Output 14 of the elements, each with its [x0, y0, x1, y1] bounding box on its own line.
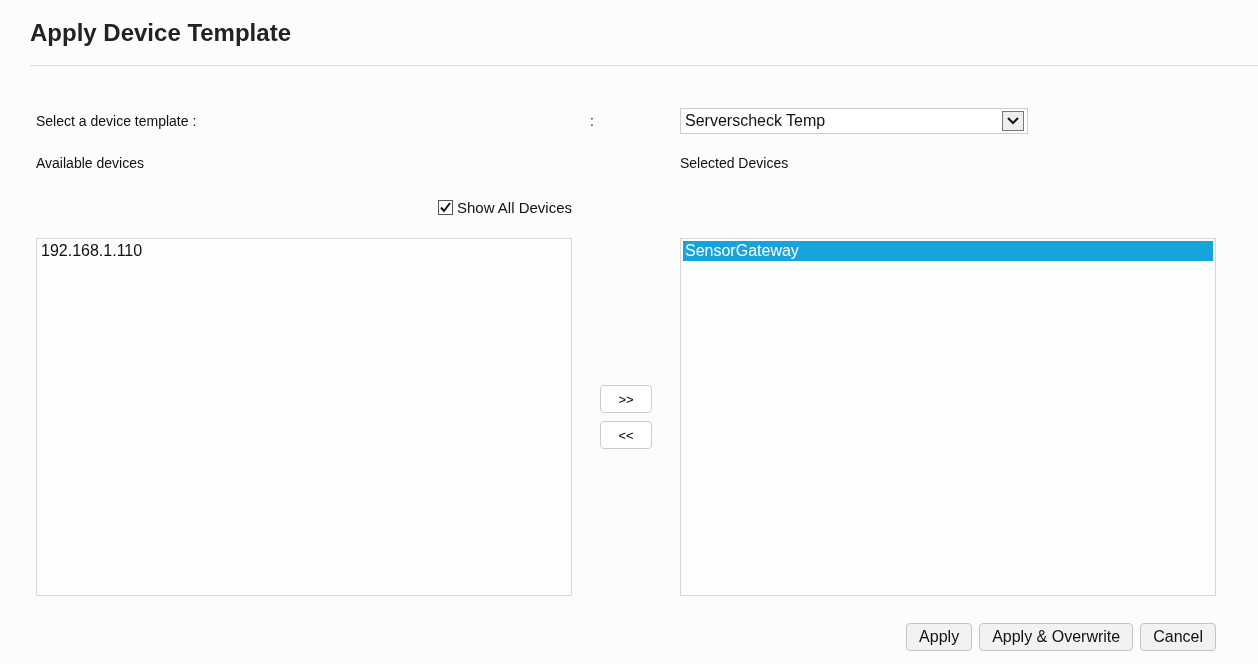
template-label: Select a device template : [36, 113, 198, 129]
available-devices-label: Available devices [36, 155, 145, 171]
colon-separator: : [589, 113, 595, 129]
move-button[interactable]: >> [600, 385, 652, 413]
action-button[interactable]: Apply [906, 623, 973, 651]
device-list-item[interactable]: 192.168.1.110 [39, 241, 569, 261]
action-button[interactable]: Apply & Overwrite [979, 623, 1134, 651]
page-title: Apply Device Template [29, 18, 292, 48]
move-button[interactable]: << [600, 421, 652, 449]
template-select[interactable]: Serverscheck Temp [680, 108, 1028, 134]
action-button[interactable]: Cancel [1140, 623, 1216, 651]
selected-devices-label: Selected Devices [680, 155, 790, 171]
available-devices-list[interactable]: 192.168.1.110 [36, 238, 572, 596]
show-all-checkbox[interactable]: Show All Devices [437, 198, 572, 216]
